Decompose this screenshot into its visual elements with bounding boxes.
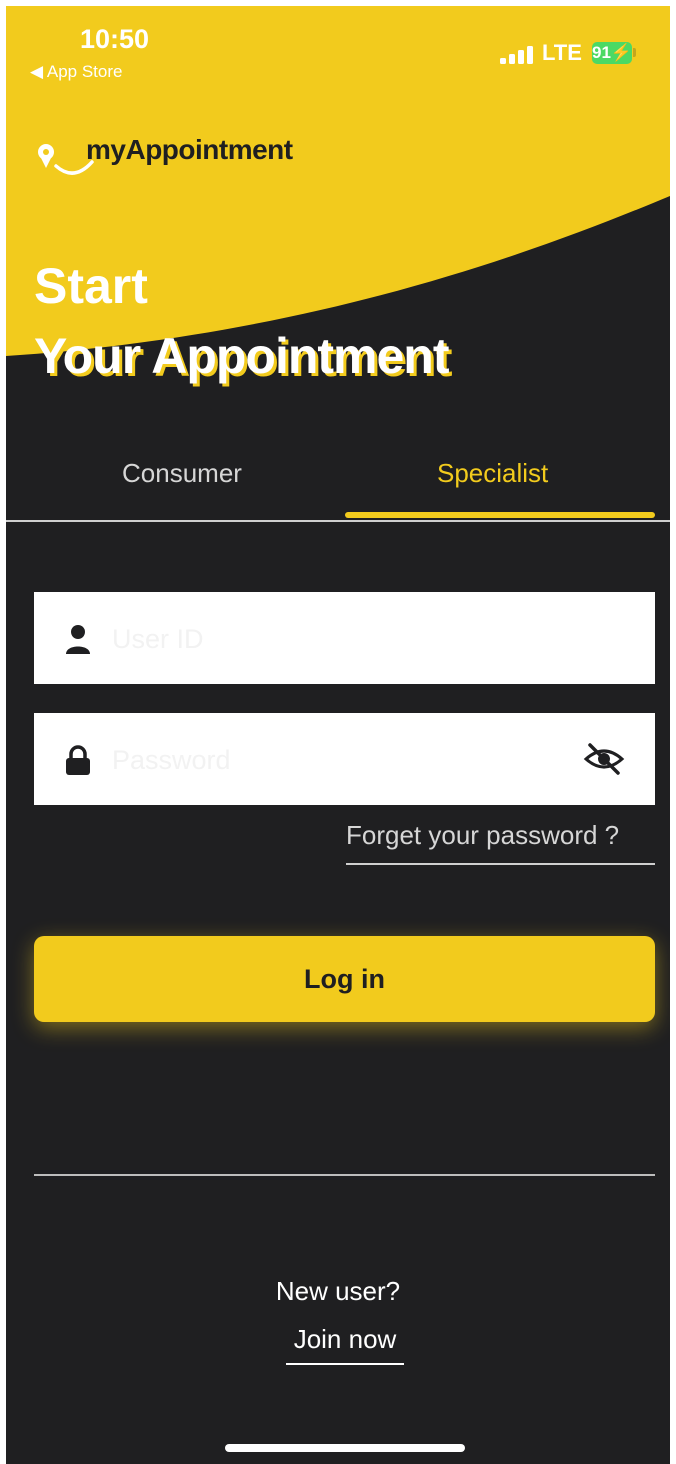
app-logo: myAppointment [34, 126, 324, 196]
lock-icon [66, 745, 90, 775]
section-divider [34, 1174, 655, 1176]
active-tab-indicator [345, 512, 655, 518]
network-type: LTE [542, 40, 582, 65]
hero-title-line2: Your Appointment [34, 328, 449, 384]
password-input[interactable] [110, 735, 564, 785]
battery-icon: 91⚡ [592, 42, 633, 64]
user-id-field [34, 592, 655, 684]
back-to-app-store-link[interactable]: ◀ App Store [30, 62, 122, 82]
forgot-password-link[interactable]: Forget your password ? [346, 820, 655, 865]
eye-off-icon[interactable] [582, 741, 626, 777]
password-field [34, 713, 655, 805]
logo-wordmark: myAppointment [86, 134, 293, 165]
account-type-tabs: Consumer Specialist [6, 446, 670, 522]
status-time: 10:50 [80, 24, 150, 54]
new-user-label: New user? [275, 1276, 401, 1306]
battery-level: 91 [592, 43, 611, 62]
battery-tip [633, 48, 636, 57]
signal-icon [500, 46, 533, 64]
login-screen: 10:50 ◀ App Store LTE 91⚡ myAppointment … [6, 6, 670, 1464]
join-now-link[interactable]: Join now [286, 1324, 404, 1365]
home-indicator [225, 1444, 465, 1452]
tabs-divider [6, 520, 670, 522]
user-icon [66, 625, 90, 654]
tab-specialist[interactable]: Specialist [437, 458, 548, 489]
user-id-input[interactable] [110, 614, 564, 664]
tab-consumer[interactable]: Consumer [122, 458, 242, 489]
login-button[interactable]: Log in [34, 936, 655, 1022]
hero-heading: Start Your Appointment [34, 254, 449, 388]
status-bar: 10:50 ◀ App Store LTE 91⚡ [6, 6, 670, 96]
hero-title-line1: Start [34, 258, 148, 314]
